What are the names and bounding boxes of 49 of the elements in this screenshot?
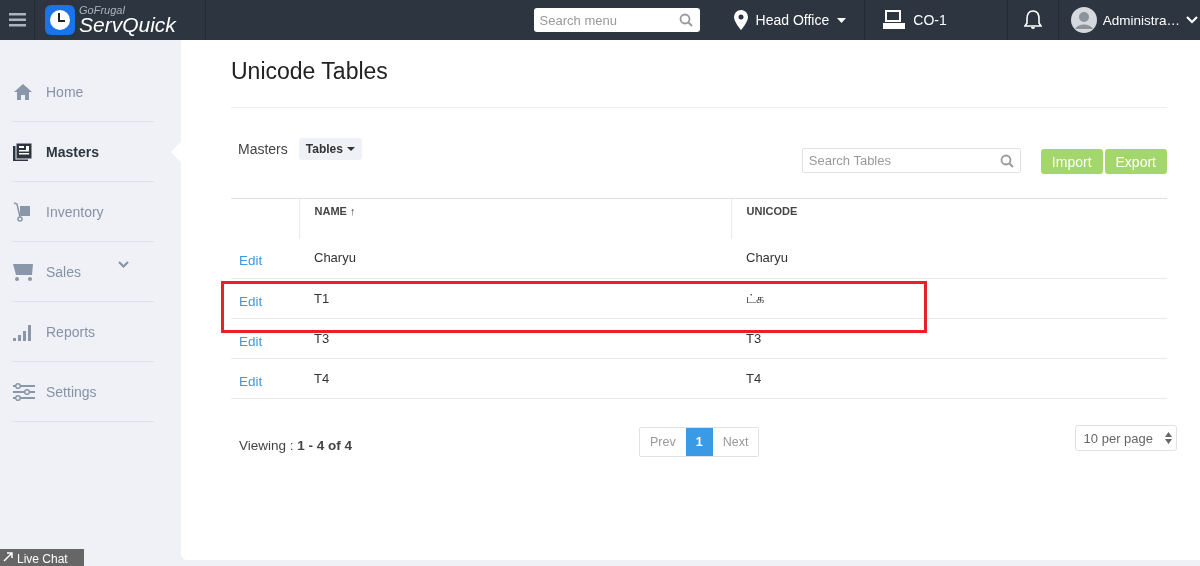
edit-link[interactable]: Edit — [239, 333, 263, 349]
edit-link[interactable]: Edit — [239, 253, 263, 269]
clock-logo-icon — [45, 5, 75, 35]
sidebar-item[interactable]: Sales — [12, 242, 154, 302]
location-pin-icon — [733, 10, 748, 30]
chevron-down-icon[interactable] — [1186, 16, 1198, 24]
menu-search-field[interactable]: Search menu — [533, 8, 700, 32]
export-button[interactable]: Export — [1104, 149, 1167, 174]
table-cell: T3 — [314, 330, 330, 346]
table-cell: T3 — [746, 330, 762, 346]
table-cell: Charyu — [746, 250, 788, 266]
table-cell: ட்க — [746, 290, 764, 306]
sidebar-item[interactable]: Reports — [12, 302, 154, 362]
column-header[interactable]: NAME ↑ — [314, 205, 356, 217]
search-icon[interactable] — [678, 13, 693, 27]
notification-bell-icon[interactable] — [1023, 10, 1042, 30]
breadcrumb-label: Masters — [238, 141, 288, 157]
page-title: Unicode Tables — [231, 40, 1167, 108]
table-cell: T4 — [746, 370, 762, 386]
table-cell: T1 — [314, 290, 330, 306]
computer-icon — [883, 10, 906, 30]
page-button[interactable]: 1 — [685, 428, 713, 456]
edit-link[interactable]: Edit — [239, 373, 263, 389]
branch-selector[interactable]: Head Office — [755, 12, 830, 28]
menu-icon[interactable] — [8, 13, 26, 27]
sidebar-item[interactable]: Home — [12, 62, 154, 122]
sidebar-item[interactable]: Inventory — [12, 182, 154, 242]
live-chat-button[interactable]: Live Chat — [0, 549, 84, 566]
tables-dropdown[interactable]: Tables — [298, 138, 362, 160]
table-cell: T4 — [314, 370, 330, 386]
table-cell: Charyu — [314, 250, 356, 266]
external-link-icon[interactable] — [3, 552, 13, 562]
counter-label: CO-1 — [913, 12, 947, 28]
search-icon[interactable] — [999, 153, 1014, 168]
caret-icon[interactable] — [837, 17, 847, 23]
column-header[interactable]: UNICODE — [746, 205, 798, 217]
caret-icon[interactable] — [346, 147, 355, 151]
user-menu[interactable]: Administra… — [1102, 12, 1180, 28]
brand-subtitle: GoFrugal — [79, 5, 126, 16]
sidebar-icon — [12, 380, 36, 403]
edit-link[interactable]: Edit — [239, 293, 263, 309]
table-search-field[interactable]: Search Tables — [801, 148, 1021, 173]
updown-arrows-icon[interactable] — [1165, 432, 1172, 444]
sidebar-item[interactable]: Settings — [12, 362, 154, 422]
import-button[interactable]: Import — [1040, 149, 1103, 174]
sidebar-item[interactable]: Masters — [12, 122, 154, 182]
per-page-select[interactable]: 10 per page — [1074, 425, 1177, 451]
avatar-icon — [1070, 7, 1097, 33]
viewing-summary: Viewing : 1 - 4 of 4 — [239, 438, 354, 453]
